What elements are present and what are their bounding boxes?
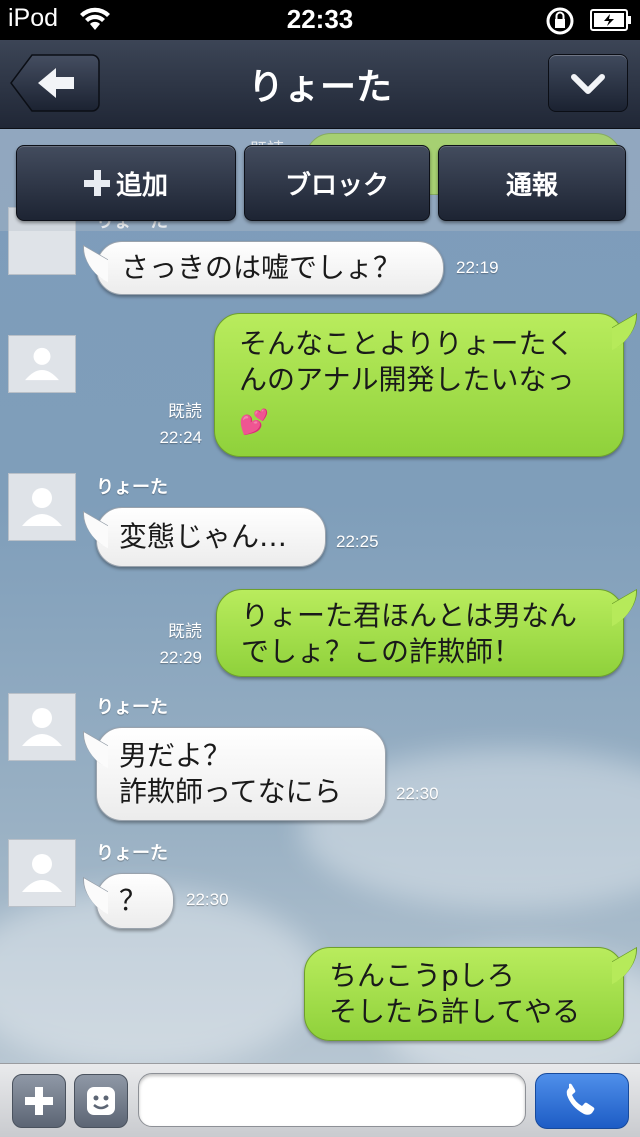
sticker-button[interactable] xyxy=(74,1074,128,1128)
chat-area[interactable]: 既読 りょーた 追加 ブロック 通報 さっきのは嘘でしょ？ 22:19 既読 2… xyxy=(0,129,640,1063)
message-time: 22:30 xyxy=(186,890,229,909)
read-receipt: 既読 xyxy=(168,402,202,421)
message-text: んのアナル開発したいなっ xyxy=(239,363,575,396)
message-text: ？ xyxy=(119,884,148,917)
block-label: ブロック xyxy=(284,170,389,201)
read-receipt: 既読 xyxy=(168,622,202,641)
message-text: 男だよ？ xyxy=(119,739,232,772)
message-text: そしたら許してやる xyxy=(329,995,581,1028)
message-bubble-outgoing[interactable]: ちんこうpしろ そしたら許してやる xyxy=(304,946,637,1041)
message-input[interactable] xyxy=(138,1073,526,1127)
message-text: そんなことよりりょーたく xyxy=(239,327,575,360)
phone-icon xyxy=(566,1083,595,1115)
chat-title: りょーた xyxy=(247,67,392,108)
input-bar xyxy=(0,1063,640,1137)
message-bubble-outgoing[interactable]: そんなことよりりょーたく んのアナル開発したいなっ 💕 xyxy=(214,312,637,457)
rotation-lock-icon xyxy=(544,5,576,41)
message-time: 22:29 xyxy=(159,648,202,667)
message-bubble-outgoing[interactable]: りょーた君ほんとは男なん でしょ？この詐欺師！ xyxy=(216,588,637,677)
avatar[interactable] xyxy=(8,693,76,761)
message-bubble-incoming[interactable]: ？ xyxy=(83,873,174,929)
avatar[interactable] xyxy=(8,839,76,907)
add-friend-label: 追加 xyxy=(115,170,168,201)
back-button[interactable] xyxy=(10,54,100,112)
report-button[interactable]: 通報 xyxy=(438,145,626,221)
message-text: ちんこうpしろ xyxy=(329,959,515,992)
block-button[interactable]: ブロック xyxy=(244,145,430,221)
message-bubble-incoming[interactable]: 男だよ？ 詐欺師ってなにら xyxy=(83,727,386,821)
default-avatar-icon xyxy=(22,488,62,526)
message-time: 22:30 xyxy=(396,784,439,803)
add-friend-button[interactable]: 追加 xyxy=(16,145,236,221)
status-bar: iPod 22:33 xyxy=(0,0,640,40)
call-button[interactable] xyxy=(535,1073,629,1129)
sender-name: りょーた xyxy=(96,697,168,718)
message-text: さっきのは嘘でしょ？ xyxy=(121,251,402,284)
message-time: 22:19 xyxy=(456,258,499,277)
default-avatar-icon xyxy=(22,708,62,746)
attach-button[interactable] xyxy=(12,1074,66,1128)
message-text: 詐欺師ってなにら xyxy=(119,775,342,808)
default-avatar-icon xyxy=(22,854,62,892)
smiley-icon xyxy=(87,1087,115,1115)
message-time: 22:25 xyxy=(336,532,379,551)
message-time: 22:24 xyxy=(159,428,202,447)
message-text: りょーた君ほんとは男なん xyxy=(241,599,578,632)
report-label: 通報 xyxy=(505,170,558,201)
hearts-emoji: 💕 xyxy=(239,408,269,436)
chevron-down-icon xyxy=(571,74,605,94)
default-avatar-icon xyxy=(25,347,59,381)
message-bubble-incoming[interactable]: 変態じゃん… xyxy=(83,507,326,567)
action-bar: 追加 ブロック 通報 xyxy=(0,129,640,231)
plus-icon xyxy=(83,170,110,196)
plus-icon xyxy=(25,1087,53,1115)
nav-bar: りょーた xyxy=(0,40,640,129)
sender-name: りょーた xyxy=(96,477,168,498)
menu-dropdown-button[interactable] xyxy=(548,54,628,112)
message-text: 変態じゃん… xyxy=(119,520,288,553)
battery-icon xyxy=(590,9,632,35)
message-text: でしょ？この詐欺師！ xyxy=(241,635,522,668)
avatar[interactable] xyxy=(8,473,76,541)
message-bubble-incoming[interactable]: さっきのは嘘でしょ？ xyxy=(83,241,444,295)
avatar[interactable] xyxy=(8,335,76,393)
sender-name: りょーた xyxy=(96,843,168,864)
